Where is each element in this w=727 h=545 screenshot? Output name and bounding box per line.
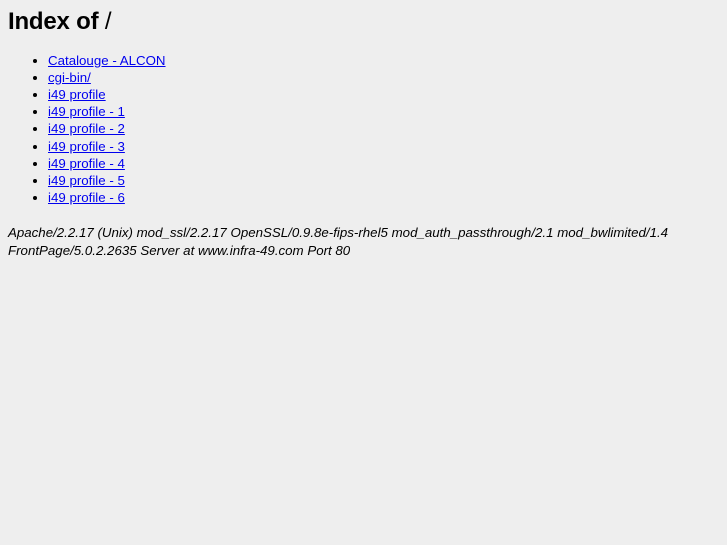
list-item: cgi-bin/ (48, 69, 719, 86)
directory-link[interactable]: Catalouge - ALCON (48, 53, 166, 68)
directory-link[interactable]: i49 profile - 6 (48, 190, 125, 205)
directory-listing: Catalouge - ALCON cgi-bin/ i49 profile i… (8, 52, 719, 207)
list-item: i49 profile - 3 (48, 138, 719, 155)
list-item: i49 profile (48, 86, 719, 103)
server-signature-line-1: Apache/2.2.17 (Unix) mod_ssl/2.2.17 Open… (8, 225, 669, 241)
server-signature: Apache/2.2.17 (Unix) mod_ssl/2.2.17 Open… (8, 224, 719, 260)
directory-link[interactable]: i49 profile - 2 (48, 121, 125, 136)
list-item: i49 profile - 2 (48, 120, 719, 137)
list-item: i49 profile - 5 (48, 172, 719, 189)
directory-link[interactable]: cgi-bin/ (48, 70, 91, 85)
page-title-prefix: Index of (8, 8, 99, 35)
directory-link[interactable]: i49 profile - 4 (48, 156, 125, 171)
list-item: Catalouge - ALCON (48, 52, 719, 69)
directory-link[interactable]: i49 profile - 5 (48, 173, 125, 188)
page-title-path: / (104, 8, 112, 35)
list-item: i49 profile - 6 (48, 189, 719, 206)
directory-link[interactable]: i49 profile - 1 (48, 104, 125, 119)
server-signature-line-2: FrontPage/5.0.2.2635 Server at www.infra… (8, 243, 351, 259)
directory-index-page: Index of / Catalouge - ALCON cgi-bin/ i4… (0, 0, 727, 268)
page-title: Index of / (8, 8, 719, 36)
list-item: i49 profile - 1 (48, 103, 719, 120)
list-item: i49 profile - 4 (48, 155, 719, 172)
directory-link[interactable]: i49 profile - 3 (48, 139, 125, 154)
directory-link[interactable]: i49 profile (48, 87, 106, 102)
